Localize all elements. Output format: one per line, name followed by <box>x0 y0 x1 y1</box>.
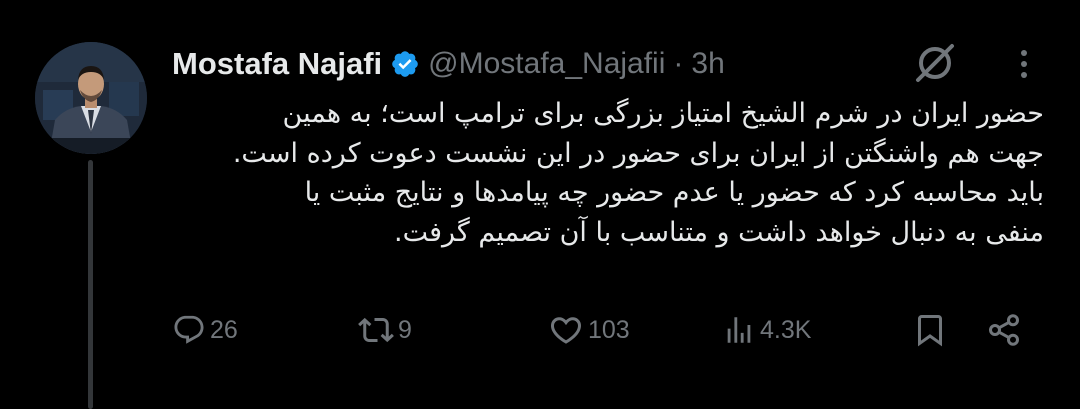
more-options-icon[interactable] <box>1012 46 1036 82</box>
views-count: 4.3K <box>760 315 812 344</box>
tweet-text-line: باید محاسبه کرد که حضور یا عدم حضور چه پ… <box>304 177 1044 208</box>
views-button[interactable]: 4.3K <box>722 308 811 352</box>
tweet-text-line: حضور ایران در شرم الشیخ امتیاز بزرگی برا… <box>282 98 1044 129</box>
repost-icon <box>358 312 394 348</box>
avatar-photo <box>35 42 147 154</box>
reply-icon <box>172 313 206 347</box>
author-handle[interactable]: @Mostafa_Najafii <box>428 47 665 81</box>
share-button[interactable] <box>986 308 1022 352</box>
views-icon <box>722 313 756 347</box>
tweet-text-line: جهت هم واشنگتن از ایران برای حضور در این… <box>232 137 1044 169</box>
tweet-header: Mostafa Najafi @Mostafa_Najafii · 3h <box>172 40 725 88</box>
bookmark-button[interactable] <box>912 308 948 352</box>
like-count: 103 <box>588 315 630 344</box>
timestamp[interactable]: 3h <box>691 47 724 81</box>
action-bar: 26 9 103 4.3K <box>172 308 1044 352</box>
reply-count: 26 <box>210 315 238 344</box>
tweet-text: حضور ایران در شرم الشیخ امتیاز بزرگی برا… <box>172 94 1044 252</box>
verified-badge-icon[interactable] <box>390 49 420 79</box>
tweet-text-line: منفی به دنبال خواهد داشت و متناسب با آن … <box>394 216 1044 248</box>
separator-dot: · <box>673 47 684 80</box>
thread-connector-line <box>88 160 93 409</box>
reply-button[interactable]: 26 <box>172 308 238 352</box>
share-icon <box>986 312 1022 348</box>
avatar[interactable] <box>35 42 147 154</box>
author-name[interactable]: Mostafa Najafi <box>172 46 382 82</box>
like-button[interactable]: 103 <box>548 308 630 352</box>
bookmark-icon <box>912 312 948 348</box>
repost-count: 9 <box>398 315 412 344</box>
like-icon <box>548 312 584 348</box>
repost-button[interactable]: 9 <box>358 308 412 352</box>
grok-icon[interactable] <box>912 40 958 86</box>
